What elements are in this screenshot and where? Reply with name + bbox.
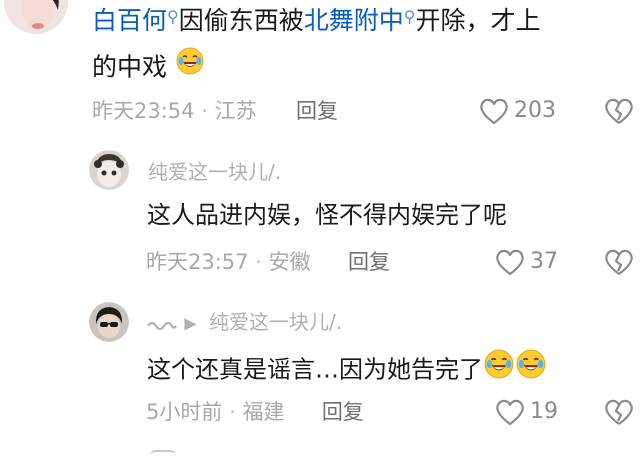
reply-meta: 昨天23:57 · 安徽 回复 — [146, 247, 390, 277]
reply-location: 安徽 — [268, 250, 311, 274]
comment-text-line-2: 的中戏 — [92, 46, 205, 88]
avatar-image — [89, 302, 129, 342]
broken-heart-icon — [605, 399, 633, 425]
laughing-tears-emoji-icon — [175, 46, 205, 85]
next-comment-peek — [150, 450, 176, 457]
reply-button[interactable]: 回复 — [296, 99, 338, 123]
search-icon[interactable]: ⚲ — [404, 7, 416, 26]
reply-location: 福建 — [242, 400, 285, 424]
broken-heart-icon — [605, 98, 633, 124]
reply-text-content: 这个还真是谣言…因为她告完了 — [147, 355, 483, 384]
comment-text-middle: 因偷东西被 — [178, 6, 304, 35]
dislike-button[interactable] — [603, 247, 635, 281]
heart-icon — [496, 399, 524, 426]
comment-thread: 白百何⚲因偷东西被北舞附中⚲开除，才上 的中戏 昨天23:54 · 江苏 回复 — [0, 0, 640, 457]
reply-username[interactable]: 纯爱这一块儿/. — [148, 158, 281, 186]
like-button[interactable]: 203 — [478, 95, 556, 127]
meta-separator: · — [255, 250, 262, 274]
commenter-avatar[interactable] — [4, 0, 68, 34]
comment-text-end: 开除，才上 — [415, 6, 541, 35]
like-count: 37 — [530, 249, 558, 274]
dislike-button[interactable] — [603, 397, 635, 431]
reply-avatar[interactable] — [89, 150, 129, 190]
like-button[interactable]: 19 — [494, 396, 558, 428]
heart-icon — [480, 98, 508, 125]
reply-author-squiggle[interactable] — [146, 310, 178, 338]
reply-time: 昨天23:57 — [146, 250, 249, 274]
reply-meta: 5小时前 · 福建 回复 — [146, 397, 364, 427]
broken-heart-icon — [605, 249, 633, 275]
laughing-tears-emoji-icon — [515, 348, 547, 389]
meta-separator: · — [229, 400, 236, 424]
search-icon[interactable]: ⚲ — [167, 7, 179, 26]
comment-time: 昨天23:54 — [92, 99, 195, 123]
mention-link-author[interactable]: 白百何 — [92, 6, 167, 35]
laughing-tears-emoji-icon — [483, 348, 515, 389]
comment-text-continued: 的中戏 — [92, 52, 168, 82]
reply-button[interactable]: 回复 — [348, 250, 390, 274]
reply-text: 这人品进内娱，怪不得内娱完了呢 — [147, 201, 507, 229]
avatar-image — [4, 0, 68, 34]
comment-meta: 昨天23:54 · 江苏 回复 — [92, 96, 338, 126]
like-count: 203 — [514, 98, 556, 123]
reply-text: 这个还真是谣言…因为她告完了 — [147, 348, 547, 391]
like-count: 19 — [530, 399, 558, 424]
reply-to-username[interactable]: 纯爱这一块儿/. — [209, 310, 342, 334]
like-button[interactable]: 37 — [494, 246, 558, 278]
mention-link-school[interactable]: 北舞附中 — [304, 6, 404, 35]
dislike-button[interactable] — [603, 96, 635, 130]
avatar-image — [89, 150, 129, 190]
comment-text-line-1: 白百何⚲因偷东西被北舞附中⚲开除，才上 — [92, 4, 541, 38]
reply-avatar[interactable] — [89, 302, 129, 342]
heart-icon — [496, 249, 524, 276]
reply-time: 5小时前 — [146, 400, 223, 424]
reply-header: ▶ 纯爱这一块儿/. — [146, 308, 342, 338]
reply-to-arrow-icon: ▶ — [184, 313, 197, 333]
comment-location: 江苏 — [214, 99, 257, 123]
reply-button[interactable]: 回复 — [322, 400, 364, 424]
meta-separator: · — [201, 99, 208, 123]
